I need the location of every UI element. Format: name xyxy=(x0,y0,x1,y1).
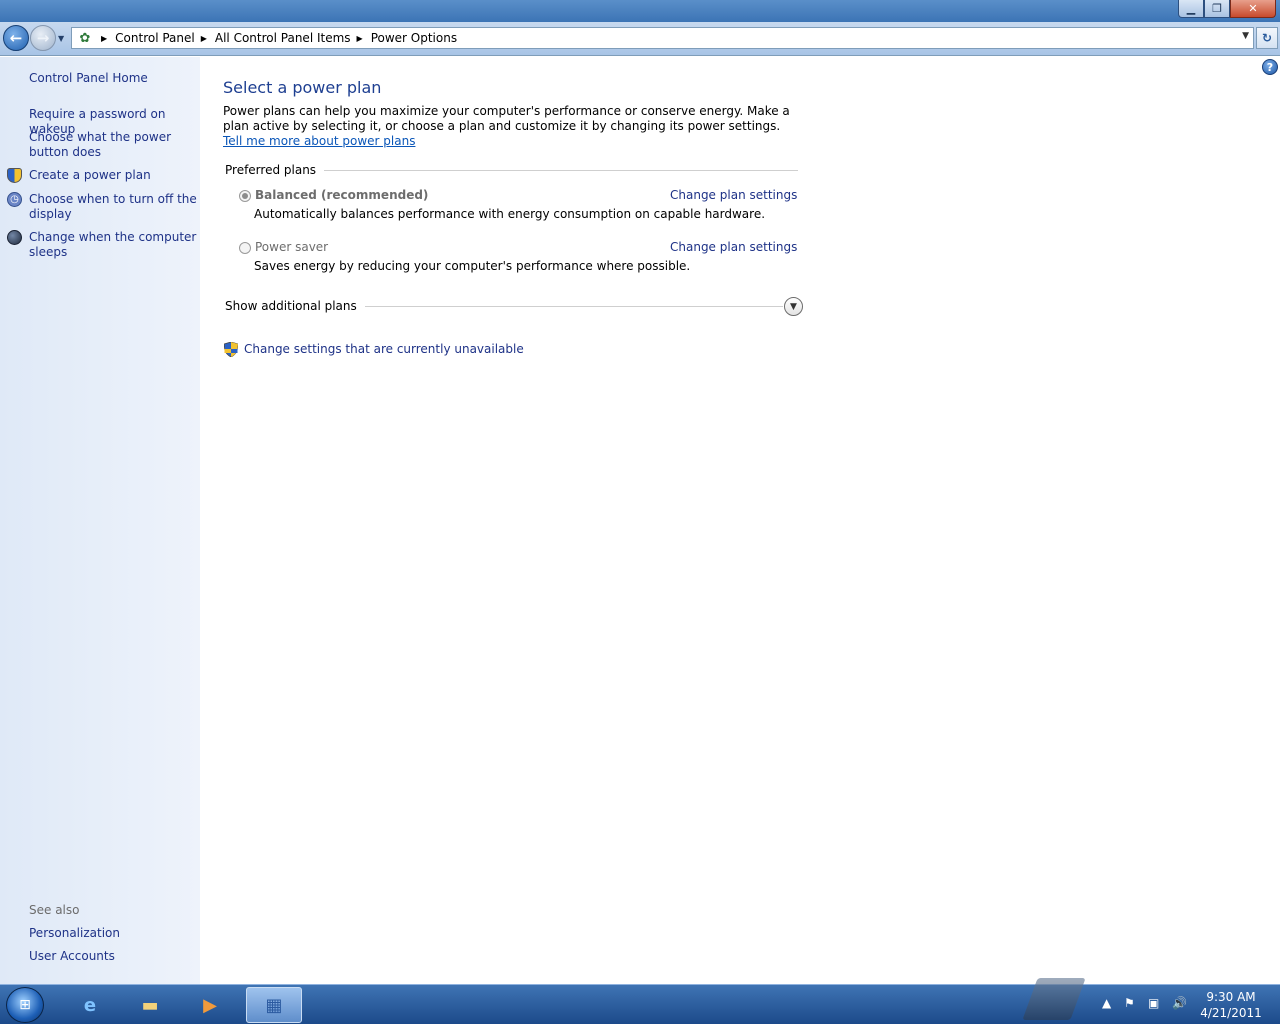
power-saver-plan-radio[interactable] xyxy=(239,242,251,254)
power-saver-plan-description: Saves energy by reducing your computer's… xyxy=(254,259,691,273)
balanced-plan-description: Automatically balances performance with … xyxy=(254,207,766,221)
taskbar: ⊞ e ▬ ▶ ▦ xyxy=(0,984,1280,1024)
preferred-plans-label: Preferred plans xyxy=(225,163,325,177)
show-hidden-icons-icon[interactable]: ▲ xyxy=(1102,996,1111,1010)
breadcrumb-control-panel[interactable]: Control Panel xyxy=(115,31,195,45)
show-additional-plans-label[interactable]: Show additional plans xyxy=(225,299,365,313)
chevron-right-icon[interactable]: ▶ xyxy=(357,34,363,43)
address-dropdown-icon[interactable]: ▼ xyxy=(1242,31,1249,41)
intro-text: Power plans can help you maximize your c… xyxy=(223,104,790,133)
folder-icon: ▬ xyxy=(141,994,159,1016)
address-bar[interactable]: ✿ ▶ Control Panel ▶ All Control Panel It… xyxy=(71,27,1254,49)
breadcrumb-power-options[interactable]: Power Options xyxy=(371,31,457,45)
power-saver-plan-name[interactable]: Power saver xyxy=(255,240,328,254)
minimize-button[interactable]: ▁ xyxy=(1178,0,1204,18)
personalization-link[interactable]: Personalization xyxy=(29,926,197,941)
recent-pages-dropdown[interactable]: ▼ xyxy=(58,34,64,43)
display-clock-icon: ◷ xyxy=(7,192,22,207)
intro-paragraph: Power plans can help you maximize your c… xyxy=(223,104,803,149)
action-center-flag-icon[interactable]: ⚑ xyxy=(1124,996,1135,1010)
shield-icon xyxy=(224,342,238,357)
media-player-icon: ▶ xyxy=(203,994,217,1016)
page-title: Select a power plan xyxy=(223,78,382,97)
task-turn-off-display-link[interactable]: Choose when to turn off the display xyxy=(29,192,197,222)
control-panel-icon: ✿ xyxy=(79,30,91,46)
title-bar: ▁ ❐ ✕ xyxy=(0,0,1280,22)
shield-icon xyxy=(7,168,22,183)
control-panel-home-link[interactable]: Control Panel Home xyxy=(29,71,197,86)
task-power-button-link[interactable]: Choose what the power button does xyxy=(29,130,197,160)
back-arrow-icon: ← xyxy=(9,29,23,47)
chevron-right-icon[interactable]: ▶ xyxy=(101,34,107,43)
chevron-right-icon[interactable]: ▶ xyxy=(201,34,207,43)
refresh-button[interactable]: ↻ xyxy=(1256,27,1278,49)
balanced-plan-radio[interactable] xyxy=(239,190,251,202)
task-computer-sleeps-link[interactable]: Change when the computer sleeps xyxy=(29,230,197,260)
chevron-down-icon: ▼ xyxy=(790,301,797,312)
expand-additional-plans-button[interactable]: ▼ xyxy=(784,297,803,316)
clock-date: 4/21/2011 xyxy=(1200,1006,1262,1020)
control-panel-taskbar-button[interactable]: ▦ xyxy=(246,987,302,1023)
help-button[interactable]: ? xyxy=(1262,59,1278,75)
refresh-icon: ↻ xyxy=(1261,31,1273,45)
internet-explorer-button[interactable]: e xyxy=(62,987,118,1023)
navigation-bar: ← → ▼ ✿ ▶ Control Panel ▶ All Control Pa… xyxy=(0,22,1280,56)
balanced-plan-name[interactable]: Balanced (recommended) xyxy=(255,188,428,202)
forward-arrow-icon: → xyxy=(36,29,50,47)
media-player-button[interactable]: ▶ xyxy=(182,987,238,1023)
control-panel-icon: ▦ xyxy=(265,994,283,1016)
network-icon[interactable]: ▣ xyxy=(1148,996,1159,1010)
tell-me-more-link[interactable]: Tell me more about power plans xyxy=(223,134,415,148)
close-button[interactable]: ✕ xyxy=(1230,0,1276,18)
breadcrumb-all-items[interactable]: All Control Panel Items xyxy=(215,31,351,45)
change-unavailable-settings-link[interactable]: Change settings that are currently unava… xyxy=(244,342,524,356)
windows-logo-icon: ⊞ xyxy=(19,997,31,1013)
see-also-heading: See also xyxy=(29,903,80,917)
clock-time: 9:30 AM xyxy=(1206,990,1256,1004)
start-button[interactable]: ⊞ xyxy=(6,987,44,1023)
maximize-button[interactable]: ❐ xyxy=(1204,0,1230,18)
internet-explorer-icon: e xyxy=(83,994,97,1016)
windows-explorer-button[interactable]: ▬ xyxy=(122,987,178,1023)
power-saver-change-settings-link[interactable]: Change plan settings xyxy=(670,240,797,254)
user-accounts-link[interactable]: User Accounts xyxy=(29,949,197,964)
task-create-plan-link[interactable]: Create a power plan xyxy=(29,168,197,183)
moon-icon xyxy=(7,230,22,245)
forward-button[interactable]: → xyxy=(30,25,56,51)
back-button[interactable]: ← xyxy=(3,25,29,51)
volume-icon[interactable]: 🔊 xyxy=(1172,996,1187,1010)
left-task-pane: Control Panel Home Require a password on… xyxy=(0,57,200,984)
balanced-change-settings-link[interactable]: Change plan settings xyxy=(670,188,797,202)
system-clock[interactable]: 9:30 AM 4/21/2011 xyxy=(1196,989,1266,1021)
window-controls: ▁ ❐ ✕ xyxy=(1178,0,1276,18)
